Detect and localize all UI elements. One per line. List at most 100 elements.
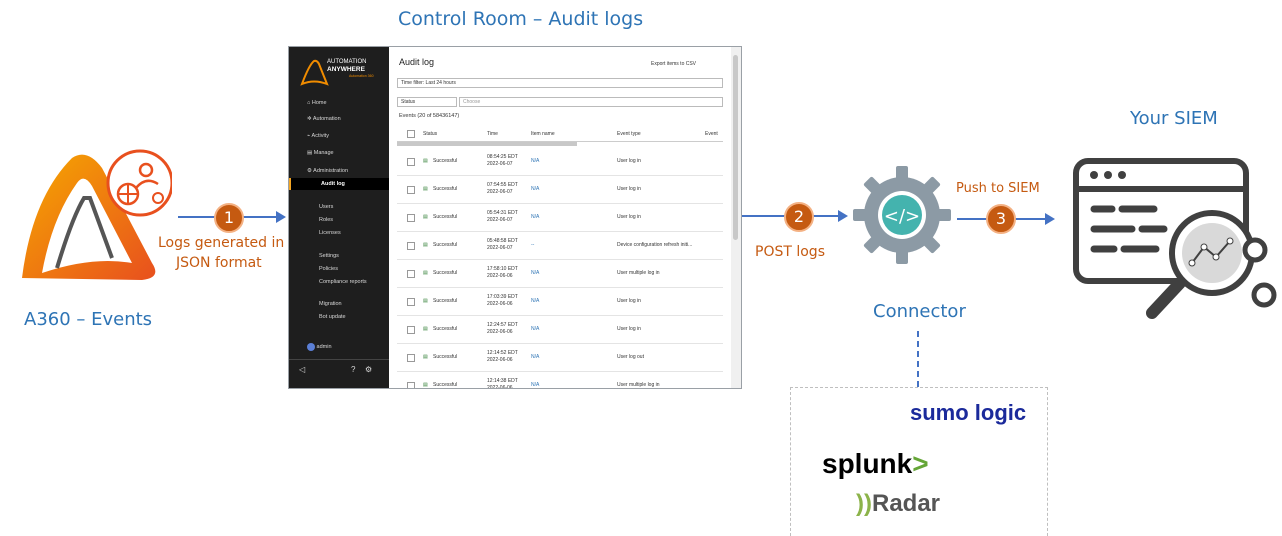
row-date: 2022-06-07 [487, 245, 513, 251]
brand-line-3: Automation 360 [349, 74, 374, 78]
vertical-scrollbar[interactable] [731, 47, 741, 388]
post-logs-label: POST logs [755, 244, 825, 260]
row-date: 2022-06-07 [487, 189, 513, 195]
splunk-logo: splunk> [822, 448, 929, 480]
automation-anywhere-logo: AUTOMATION ANYWHERE Automation 360 [299, 55, 385, 86]
row-checkbox[interactable] [407, 242, 415, 250]
nav-migration[interactable]: Migration [289, 298, 389, 310]
nav-manage[interactable]: ▤ Manage [289, 147, 389, 159]
table-row[interactable]: ▤ Successful 07:54:55 EDT 2022-06-07 N/A User… [397, 176, 723, 204]
row-item[interactable]: N/A [531, 326, 539, 332]
nav-settings[interactable]: Settings [289, 250, 389, 262]
row-checkbox[interactable] [407, 158, 415, 166]
row-time: 17:03:39 EDT [487, 294, 518, 300]
nav-licenses[interactable]: Licenses [289, 227, 389, 239]
step-2-badge: 2 [784, 202, 814, 232]
table-row[interactable]: ▤ Successful 12:14:38 EDT 2022-06-06 N/A User… [397, 372, 723, 388]
select-all-checkbox[interactable] [407, 130, 415, 138]
nav-audit-log[interactable]: Audit log [289, 178, 389, 190]
manage-icon: ▤ [307, 150, 314, 156]
scrollbar-thumb[interactable] [733, 55, 738, 240]
table-row[interactable]: ▤ Successful 05:48:58 EDT 2022-06-07 -- Devic… [397, 232, 723, 260]
status-icon: ▤ [423, 354, 428, 360]
row-checkbox[interactable] [407, 354, 415, 362]
row-item[interactable]: N/A [531, 158, 539, 164]
settings-icon[interactable]: ⚙ [365, 365, 372, 374]
row-type: User log in [617, 214, 641, 220]
row-item[interactable]: N/A [531, 214, 539, 220]
row-date: 2022-06-06 [487, 301, 513, 307]
table-row[interactable]: ▤ Successful 12:14:52 EDT 2022-06-06 N/A User… [397, 344, 723, 372]
step-3-badge: 3 [986, 204, 1016, 234]
a360-events-title: A360 – Events [24, 309, 153, 330]
nav-home[interactable]: ⌂ Home [289, 97, 389, 109]
radar-icon: )) [856, 490, 872, 517]
row-item[interactable]: N/A [531, 298, 539, 304]
status-icon: ▤ [423, 382, 428, 388]
radar-text: Radar [871, 490, 941, 517]
export-csv-button[interactable]: Export items to CSV [651, 61, 696, 67]
row-status: Successful [433, 214, 458, 220]
column-item-name[interactable]: Item name [531, 131, 555, 137]
status-filter-select[interactable]: Status [397, 97, 457, 107]
nav-admin-label: admin [316, 344, 332, 350]
time-filter-dropdown[interactable]: Time filter: Last 24 hours [397, 78, 723, 88]
row-checkbox[interactable] [407, 298, 415, 306]
nav-administration[interactable]: ⚙ Administration [289, 165, 389, 177]
siem-icon [1072, 155, 1277, 335]
row-time: 12:24:57 EDT [487, 322, 518, 328]
row-checkbox[interactable] [407, 382, 415, 388]
push-to-siem-label: Push to SIEM [956, 181, 1040, 196]
nav-admin-user[interactable]: admin [289, 341, 389, 353]
audit-log-main: Audit log Export items to CSV Time filte… [389, 47, 729, 388]
nav-automation[interactable]: ✲ Automation [289, 113, 389, 125]
table-row[interactable]: ▤ Successful 08:54:25 EDT 2022-06-07 N/A User… [397, 148, 723, 176]
row-date: 2022-06-06 [487, 357, 513, 363]
choose-filter-input[interactable]: Choose [459, 97, 723, 107]
row-item[interactable]: N/A [531, 354, 539, 360]
column-status[interactable]: Status [423, 131, 437, 137]
row-item[interactable]: N/A [531, 270, 539, 276]
nav-activity[interactable]: ⌁ Activity [289, 130, 389, 142]
nav-activity-label: Activity [311, 133, 329, 139]
row-type: User log in [617, 326, 641, 332]
row-date: 2022-06-06 [487, 273, 513, 279]
row-checkbox[interactable] [407, 186, 415, 194]
row-time: 12:14:38 EDT [487, 378, 518, 384]
column-time[interactable]: Time [487, 131, 498, 137]
row-time: 17:58:10 EDT [487, 266, 518, 272]
avatar [307, 342, 315, 351]
horizontal-scrollbar[interactable] [397, 142, 577, 146]
table-row[interactable]: ▤ Successful 05:54:31 EDT 2022-06-07 N/A User… [397, 204, 723, 232]
nav-policies[interactable]: Policies [289, 263, 389, 275]
nav-manage-label: Manage [313, 150, 334, 156]
row-item[interactable]: N/A [531, 382, 539, 388]
sumo-logic-logo: sumo logic [910, 400, 1027, 425]
nav-roles[interactable]: Roles [289, 214, 389, 226]
help-icon[interactable]: ? [351, 365, 355, 374]
table-row[interactable]: ▤ Successful 17:03:39 EDT 2022-06-06 N/A User… [397, 288, 723, 316]
control-room-title: Control Room – Audit logs [398, 8, 644, 30]
logs-generated-label: Logs generated in [158, 235, 285, 251]
table-row[interactable]: ▤ Successful 17:58:10 EDT 2022-06-06 N/A User… [397, 260, 723, 288]
column-event[interactable]: Event [705, 131, 718, 137]
status-icon: ▤ [423, 298, 428, 304]
row-time: 05:48:58 EDT [487, 238, 518, 244]
nav-users[interactable]: Users [289, 201, 389, 213]
row-item[interactable]: N/A [531, 186, 539, 192]
row-checkbox[interactable] [407, 214, 415, 222]
row-checkbox[interactable] [407, 326, 415, 334]
step-1-badge: 1 [214, 203, 244, 233]
nav-bot-update[interactable]: Bot update [289, 311, 389, 323]
table-row[interactable]: ▤ Successful 12:24:57 EDT 2022-06-06 N/A User… [397, 316, 723, 344]
row-date: 2022-06-06 [487, 329, 513, 335]
row-checkbox[interactable] [407, 270, 415, 278]
dashed-connector-line [917, 331, 919, 387]
collapse-icon[interactable]: ◁ [299, 365, 305, 374]
radar-logo: ))Radar [856, 490, 940, 518]
brand-line-2: ANYWHERE [327, 66, 365, 73]
row-item[interactable]: -- [531, 242, 534, 248]
column-event-type[interactable]: Event type [617, 131, 641, 137]
nav-compliance-reports[interactable]: Compliance reports [289, 276, 389, 288]
table-header: Status Time Item name Event type Event [397, 127, 723, 142]
